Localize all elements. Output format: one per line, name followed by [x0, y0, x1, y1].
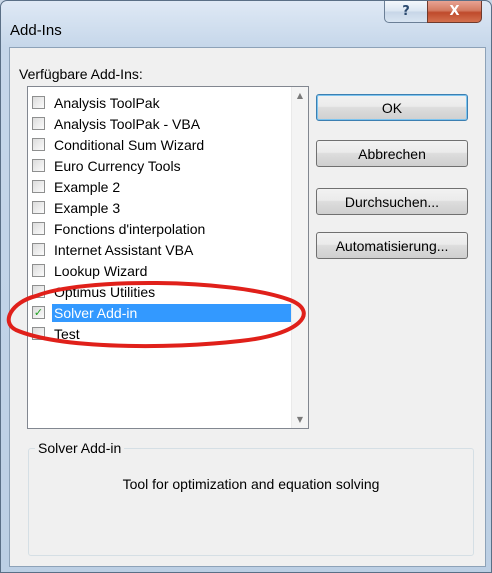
title-bar[interactable]: Add-Ins ? X	[1, 1, 491, 47]
description-text: Tool for optimization and equation solvi…	[122, 476, 380, 492]
add-ins-listbox[interactable]: Analysis ToolPak Analysis ToolPak - VBA Co…	[27, 86, 309, 429]
list-item[interactable]: Fonctions d'interpolation	[28, 218, 293, 239]
checkbox[interactable]	[32, 222, 45, 235]
checkbox[interactable]	[32, 264, 45, 277]
list-item[interactable]: Analysis ToolPak - VBA	[28, 113, 293, 134]
dialog-body: Verfügbare Add-Ins: Analysis ToolPak Anal…	[9, 47, 486, 567]
list-item[interactable]: Euro Currency Tools	[28, 155, 293, 176]
list-item[interactable]: Lookup Wizard	[28, 260, 293, 281]
list-item[interactable]: Internet Assistant VBA	[28, 239, 293, 260]
browse-button[interactable]: Durchsuchen...	[316, 188, 468, 215]
available-add-ins-label: Verfügbare Add-Ins:	[19, 66, 143, 82]
help-button[interactable]: ?	[384, 1, 428, 23]
close-icon: X	[449, 4, 460, 19]
list-item-label: Example 2	[54, 178, 121, 195]
automation-button[interactable]: Automatisierung...	[316, 232, 468, 259]
list-item-label: Optimus Utilities	[54, 283, 156, 300]
vertical-scrollbar[interactable]: ▲ ▼	[291, 87, 308, 428]
add-ins-dialog: Add-Ins ? X Verfügbare Add-Ins: Analysis…	[0, 0, 492, 573]
list-item-label: Internet Assistant VBA	[54, 241, 194, 258]
list-item[interactable]: Example 2	[28, 176, 293, 197]
list-item-label: Lookup Wizard	[54, 262, 148, 279]
scroll-up-icon[interactable]: ▲	[292, 87, 308, 104]
checkbox[interactable]	[32, 117, 45, 130]
window-title: Add-Ins	[10, 22, 62, 39]
cancel-button[interactable]: Abbrechen	[316, 140, 468, 167]
add-ins-list: Analysis ToolPak Analysis ToolPak - VBA Co…	[28, 92, 293, 344]
checkbox[interactable]	[32, 285, 45, 298]
checkbox[interactable]	[32, 327, 45, 340]
list-item-label: Example 3	[54, 199, 121, 216]
ok-button[interactable]: OK	[316, 94, 468, 121]
list-item-label: Analysis ToolPak - VBA	[54, 115, 201, 132]
list-item[interactable]: Analysis ToolPak	[28, 92, 293, 113]
list-item-label: Test	[54, 325, 80, 342]
checkbox[interactable]	[32, 159, 45, 172]
checkbox[interactable]	[32, 201, 45, 214]
list-item-label: Conditional Sum Wizard	[54, 136, 205, 153]
checkbox[interactable]	[32, 243, 45, 256]
list-item[interactable]: Conditional Sum Wizard	[28, 134, 293, 155]
help-icon: ?	[402, 4, 410, 19]
list-item[interactable]: Test	[28, 323, 293, 344]
list-item[interactable]: ✓ Solver Add-in	[28, 302, 293, 323]
list-item-label: Solver Add-in	[52, 303, 291, 322]
list-item[interactable]: Example 3	[28, 197, 293, 218]
list-item-label: Fonctions d'interpolation	[54, 220, 206, 237]
checkbox[interactable]	[32, 96, 45, 109]
close-button[interactable]: X	[427, 1, 482, 23]
list-item-label: Euro Currency Tools	[54, 157, 181, 174]
scroll-down-icon[interactable]: ▼	[292, 411, 308, 428]
checkbox[interactable]	[32, 180, 45, 193]
checkbox[interactable]: ✓	[32, 306, 45, 319]
description-title: Solver Add-in	[35, 440, 125, 456]
description-group: Solver Add-in Tool for optimization and …	[28, 440, 474, 556]
list-item-label: Analysis ToolPak	[54, 94, 160, 111]
checkbox[interactable]	[32, 138, 45, 151]
list-item[interactable]: Optimus Utilities	[28, 281, 293, 302]
